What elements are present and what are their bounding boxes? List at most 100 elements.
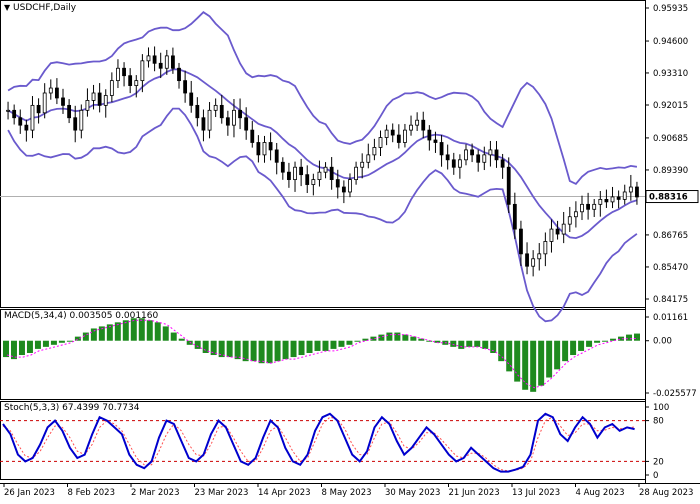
stoch-pane: [0, 401, 646, 480]
triangle-down-icon[interactable]: ▼: [4, 3, 10, 12]
candle-body: [341, 186, 346, 193]
candle-body: [61, 97, 65, 106]
candle-body: [537, 253, 542, 260]
candle-body: [335, 179, 340, 188]
stoch-axis-label: 0: [653, 471, 658, 481]
macd-bar: [522, 340, 529, 390]
candle-body: [433, 139, 438, 143]
macd-bar: [322, 340, 329, 351]
macd-bar: [58, 340, 65, 343]
macd-bar: [586, 340, 593, 347]
candle-body: [73, 117, 78, 131]
macd-bar: [162, 326, 169, 341]
candle-body: [360, 161, 365, 168]
macd-bar: [66, 340, 73, 342]
candle-body: [457, 159, 462, 168]
candle-body: [622, 191, 627, 200]
time-axis-label: 4 Aug 2023: [576, 488, 625, 498]
candle-body: [48, 87, 53, 94]
candle-body: [109, 80, 114, 96]
macd-bar: [18, 340, 25, 356]
candle-body: [177, 67, 181, 82]
bb-upper-band: [7, 11, 638, 186]
candle-body: [421, 119, 426, 131]
candle-body: [54, 87, 59, 99]
stoch-axis-label: 80: [653, 417, 664, 427]
macd-bar: [458, 340, 465, 349]
macd-bar: [234, 340, 241, 360]
macd-bar: [330, 340, 337, 349]
macd-bar: [562, 340, 569, 362]
stoch-main-line: [2, 412, 635, 473]
price-pane: [0, 0, 646, 308]
macd-bar: [418, 338, 425, 341]
candle-body: [30, 104, 35, 131]
macd-bar: [402, 334, 409, 341]
bb-lower-band: [7, 107, 638, 323]
candle-body: [525, 253, 529, 267]
candle-body: [287, 171, 291, 181]
candle-body: [561, 223, 566, 235]
chart-canvas[interactable]: 0.95935 0.94600 0.93310 0.92015 0.90685 0.893…: [0, 0, 700, 500]
stoch-axis-label: 100: [653, 403, 669, 413]
macd-bar: [530, 340, 537, 392]
candle-body: [103, 95, 108, 106]
candle-body: [158, 62, 163, 69]
candle-body: [262, 142, 267, 156]
time-axis-label: 8 May 2023: [322, 488, 372, 498]
candle-body: [238, 109, 242, 119]
candle-body: [329, 166, 334, 181]
candle-body: [244, 117, 249, 131]
candle-body: [116, 67, 120, 82]
chart-root[interactable]: 0.95935 0.94600 0.93310 0.92015 0.90685 0.893…: [0, 0, 700, 500]
candle-body: [201, 117, 206, 131]
price-axis-label: 0.93310: [653, 69, 688, 79]
price-axis-label: 0.92015: [653, 101, 688, 111]
candle-body: [280, 161, 285, 173]
macd-bar: [26, 340, 33, 353]
candle-body: [195, 104, 200, 119]
macd-bar: [602, 340, 609, 342]
macd-bar: [546, 340, 553, 378]
candle-body: [140, 60, 145, 82]
candle-body: [366, 154, 371, 163]
candle-body: [506, 166, 511, 205]
time-axis-label: 21 Jun 2023: [449, 488, 500, 498]
candle-body: [494, 149, 499, 161]
macd-bar: [538, 340, 545, 386]
macd-bar: [250, 340, 257, 362]
candle-body: [311, 179, 316, 185]
candle-body: [555, 228, 560, 235]
macd-bar: [450, 340, 457, 347]
macd-bar: [394, 332, 401, 341]
time-axis-label: 30 May 2023: [385, 488, 440, 498]
macd-bar: [314, 340, 321, 351]
candle-body: [85, 100, 90, 111]
macd-bar: [90, 328, 97, 341]
candle-body: [128, 75, 133, 86]
macd-bar: [42, 340, 49, 347]
candle-body: [384, 129, 389, 138]
macd-bar: [186, 340, 193, 345]
candle-body: [213, 104, 218, 111]
candle-body: [250, 129, 255, 143]
macd-bar: [338, 340, 345, 347]
candle-body: [164, 55, 169, 69]
candle-body: [396, 134, 401, 143]
candle-body: [134, 80, 139, 86]
macd-bar: [34, 340, 41, 349]
candle-body: [18, 117, 23, 126]
candle-body: [464, 149, 468, 161]
candle-body: [616, 196, 621, 200]
candle-body: [299, 166, 304, 176]
macd-bar: [258, 340, 265, 364]
macd-bar: [298, 340, 305, 356]
macd-bar: [626, 334, 633, 341]
candle-body: [183, 80, 188, 94]
candle-body: [512, 203, 517, 230]
symbol-title: USDCHF,Daily: [13, 3, 77, 13]
candle-body: [488, 149, 493, 156]
candle-body: [390, 129, 395, 136]
time-axis-label: 14 Apr 2023: [258, 488, 311, 498]
candle-body: [549, 228, 554, 242]
